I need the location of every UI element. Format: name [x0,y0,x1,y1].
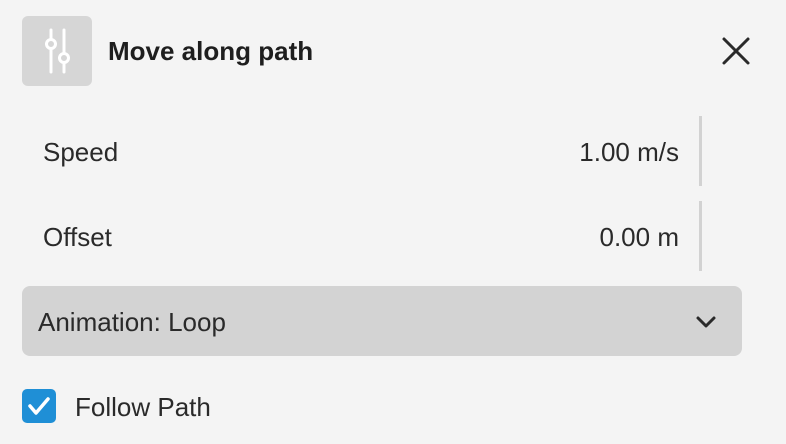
sliders-icon [22,16,92,86]
offset-value[interactable]: 0.00 m [600,222,680,253]
animation-dropdown[interactable]: Animation: Loop [22,286,742,356]
follow-path-label: Follow Path [75,392,211,422]
checkmark-icon [28,397,50,415]
speed-label: Speed [43,137,119,167]
follow-path-checkbox[interactable] [22,389,56,423]
move-along-path-panel: Move along path Speed 1.00 m/s Offset 0.… [0,0,786,444]
follow-path-option[interactable]: Follow Path [22,389,422,425]
close-icon [722,37,750,65]
speed-field-divider [699,116,702,186]
panel-header: Move along path [22,16,764,86]
close-button[interactable] [718,33,754,69]
speed-value[interactable]: 1.00 m/s [579,137,679,168]
offset-label: Offset [43,222,112,252]
offset-field-divider [699,201,702,271]
panel-title: Move along path [108,36,314,66]
speed-field[interactable]: Speed 1.00 m/s [22,116,702,186]
offset-field[interactable]: Offset 0.00 m [22,201,702,271]
animation-dropdown-label: Animation: Loop [38,307,226,337]
chevron-down-icon [696,316,716,328]
